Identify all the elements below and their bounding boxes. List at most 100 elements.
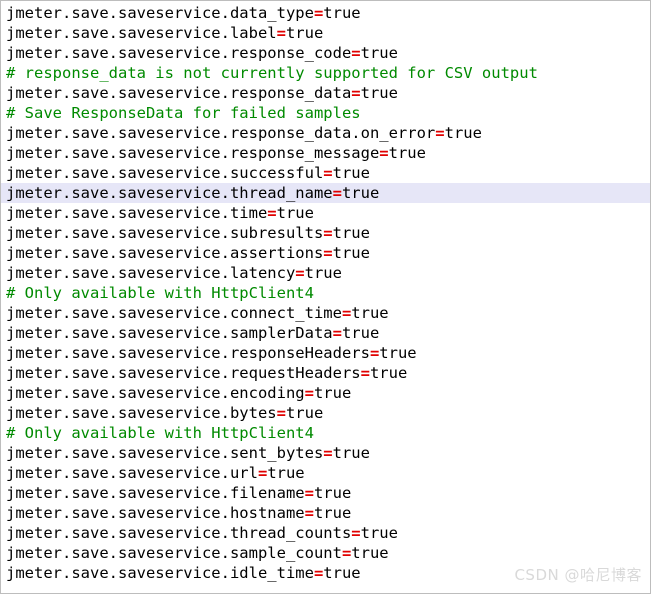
assignment-operator: = xyxy=(323,164,333,182)
assignment-operator: = xyxy=(341,304,352,322)
code-property-line[interactable]: jmeter.save.saveservice.url=true xyxy=(1,463,650,483)
code-property-line[interactable]: jmeter.save.saveservice.assertions=true xyxy=(1,243,650,263)
property-key: jmeter.save.saveservice.response_data.on… xyxy=(6,124,436,142)
property-key: jmeter.save.saveservice.connect_time xyxy=(6,304,342,322)
property-key: jmeter.save.saveservice.thread_name xyxy=(6,184,333,202)
code-property-line[interactable]: jmeter.save.saveservice.response_data=tr… xyxy=(1,83,650,103)
code-property-line[interactable]: jmeter.save.saveservice.label=true xyxy=(1,23,650,43)
code-property-line[interactable]: jmeter.save.saveservice.latency=true xyxy=(1,263,650,283)
property-value: true xyxy=(285,24,324,42)
code-property-line[interactable]: jmeter.save.saveservice.hostname=true xyxy=(1,503,650,523)
property-value: true xyxy=(332,164,370,182)
property-value: true xyxy=(304,264,342,282)
code-property-line[interactable]: jmeter.save.saveservice.response_code=tr… xyxy=(1,43,650,63)
code-property-line[interactable]: jmeter.save.saveservice.responseHeaders=… xyxy=(1,343,650,363)
property-key: jmeter.save.saveservice.successful xyxy=(6,164,324,182)
comment-text: # response_data is not currently support… xyxy=(6,64,538,82)
code-property-line[interactable]: jmeter.save.saveservice.connect_time=tru… xyxy=(1,303,650,323)
assignment-operator: = xyxy=(351,44,361,62)
property-key: jmeter.save.saveservice.response_code xyxy=(6,44,352,62)
code-property-line[interactable]: jmeter.save.saveservice.bytes=true xyxy=(1,403,650,423)
property-value: true xyxy=(332,224,370,242)
property-key: jmeter.save.saveservice.bytes xyxy=(6,404,277,422)
assignment-operator: = xyxy=(313,4,324,22)
property-key: jmeter.save.saveservice.filename xyxy=(6,484,305,502)
assignment-operator: = xyxy=(332,324,342,342)
property-key: jmeter.save.saveservice.data_type xyxy=(6,4,314,22)
property-value: true xyxy=(332,444,370,462)
property-value: true xyxy=(360,44,398,62)
property-key: jmeter.save.saveservice.time xyxy=(6,204,268,222)
code-property-line[interactable]: jmeter.save.saveservice.successful=true xyxy=(1,163,650,183)
property-value: true xyxy=(351,544,389,562)
property-key: jmeter.save.saveservice.sent_bytes xyxy=(6,444,324,462)
property-key: jmeter.save.saveservice.samplerData xyxy=(6,324,333,342)
property-key: jmeter.save.saveservice.thread_counts xyxy=(6,524,352,542)
comment-text: # Save ResponseData for failed samples xyxy=(6,104,361,122)
code-property-line[interactable]: jmeter.save.saveservice.response_message… xyxy=(1,143,650,163)
property-value: true xyxy=(276,204,314,222)
property-value: true xyxy=(360,84,398,102)
property-value: true xyxy=(267,464,305,482)
assignment-operator: = xyxy=(351,524,361,542)
property-key: jmeter.save.saveservice.requestHeaders xyxy=(6,364,361,382)
code-property-line[interactable]: jmeter.save.saveservice.encoding=true xyxy=(1,383,650,403)
assignment-operator: = xyxy=(313,564,324,582)
assignment-operator: = xyxy=(267,204,277,222)
property-value: true xyxy=(388,144,426,162)
assignment-operator: = xyxy=(379,144,389,162)
assignment-operator: = xyxy=(276,24,286,42)
property-key: jmeter.save.saveservice.encoding xyxy=(6,384,305,402)
property-value: true xyxy=(332,244,370,262)
property-key: jmeter.save.saveservice.url xyxy=(6,464,258,482)
property-key: jmeter.save.saveservice.label xyxy=(6,24,277,42)
code-comment-line[interactable]: # Only available with HttpClient4 xyxy=(1,283,650,303)
code-lines-container[interactable]: jmeter.save.saveservice.data_type=true jm… xyxy=(1,1,650,583)
assignment-operator: = xyxy=(295,264,305,282)
code-property-line[interactable]: jmeter.save.saveservice.response_data.on… xyxy=(1,123,650,143)
comment-text: # Only available with HttpClient4 xyxy=(6,284,314,302)
assignment-operator: = xyxy=(276,404,286,422)
code-comment-line[interactable]: # response_data is not currently support… xyxy=(1,63,650,83)
assignment-operator: = xyxy=(304,504,314,522)
assignment-operator: = xyxy=(360,364,370,382)
code-comment-line[interactable]: # Only available with HttpClient4 xyxy=(1,423,650,443)
property-key: jmeter.save.saveservice.idle_time xyxy=(6,564,314,582)
code-property-line[interactable]: jmeter.save.saveservice.sent_bytes=true xyxy=(1,443,650,463)
assignment-operator: = xyxy=(323,224,333,242)
assignment-operator: = xyxy=(257,464,268,482)
code-comment-line[interactable]: # Save ResponseData for failed samples xyxy=(1,103,650,123)
assignment-operator: = xyxy=(369,344,380,362)
property-value: true xyxy=(341,184,380,202)
property-key: jmeter.save.saveservice.response_message xyxy=(6,144,380,162)
property-key: jmeter.save.saveservice.responseHeaders xyxy=(6,344,370,362)
code-property-line[interactable]: jmeter.save.saveservice.samplerData=true xyxy=(1,323,650,343)
property-value: true xyxy=(444,124,482,142)
assignment-operator: = xyxy=(323,244,333,262)
property-value: true xyxy=(379,344,417,362)
property-value: true xyxy=(285,404,324,422)
code-property-line[interactable]: jmeter.save.saveservice.sample_count=tru… xyxy=(1,543,650,563)
code-property-line[interactable]: jmeter.save.saveservice.subresults=true xyxy=(1,223,650,243)
assignment-operator: = xyxy=(323,444,333,462)
code-property-line[interactable]: jmeter.save.saveservice.thread_counts=tr… xyxy=(1,523,650,543)
csdn-watermark: CSDN @哈尼博客 xyxy=(514,566,642,584)
property-value: true xyxy=(313,504,352,522)
property-key: jmeter.save.saveservice.response_data xyxy=(6,84,352,102)
assignment-operator: = xyxy=(304,384,314,402)
code-property-line[interactable]: jmeter.save.saveservice.time=true xyxy=(1,203,650,223)
assignment-operator: = xyxy=(435,124,445,142)
property-value: true xyxy=(323,4,361,22)
assignment-operator: = xyxy=(351,84,361,102)
code-property-line[interactable]: jmeter.save.saveservice.thread_name=true xyxy=(1,183,650,203)
code-editor-canvas: jmeter.save.saveservice.data_type=true jm… xyxy=(0,0,651,594)
code-property-line[interactable]: jmeter.save.saveservice.data_type=true xyxy=(1,3,650,23)
assignment-operator: = xyxy=(341,544,352,562)
property-value: true xyxy=(313,484,352,502)
property-key: jmeter.save.saveservice.subresults xyxy=(6,224,324,242)
property-value: true xyxy=(351,304,389,322)
property-key: jmeter.save.saveservice.hostname xyxy=(6,504,305,522)
code-property-line[interactable]: jmeter.save.saveservice.filename=true xyxy=(1,483,650,503)
code-property-line[interactable]: jmeter.save.saveservice.requestHeaders=t… xyxy=(1,363,650,383)
comment-text: # Only available with HttpClient4 xyxy=(6,424,314,442)
